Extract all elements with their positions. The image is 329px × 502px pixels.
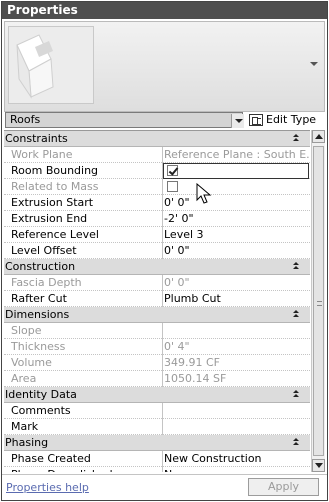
property-row: Extrusion End -2' 0" <box>4 211 310 227</box>
apply-button[interactable]: Apply <box>248 478 319 496</box>
property-row: Mark <box>4 419 310 435</box>
property-row: Level Offset 0' 0" <box>4 243 310 259</box>
property-row: Extrusion Start 0' 0" <box>4 195 310 211</box>
property-name: Area <box>11 372 37 385</box>
property-value[interactable]: 0' 0" <box>162 195 310 211</box>
property-row: Volume 349.91 CF <box>4 355 310 371</box>
property-name: Work Plane <box>11 148 73 161</box>
edit-type-label: Edit Type <box>266 113 317 126</box>
property-name: Room Bounding <box>11 164 99 177</box>
properties-palette: Properties Roofs Edit Type Constraints Wo… <box>1 1 328 501</box>
property-row: Fascia Depth 0' 0" <box>4 275 310 291</box>
property-row: Rafter Cut Plumb Cut <box>4 291 310 307</box>
group-label: Dimensions <box>5 308 70 321</box>
property-name: Thickness <box>11 340 66 353</box>
group-header[interactable]: Phasing <box>4 435 310 451</box>
property-value[interactable]: Level 3 <box>162 227 310 243</box>
properties-grid: Constraints Work Plane Reference Plane : S… <box>4 130 310 472</box>
property-value[interactable] <box>162 403 310 419</box>
scroll-up-icon[interactable] <box>312 130 325 143</box>
type-selector-dropdown[interactable]: Roofs <box>5 112 244 128</box>
collapse-group-icon[interactable] <box>292 310 300 320</box>
property-checkbox <box>167 181 178 192</box>
palette-title: Properties <box>2 2 327 19</box>
property-value: Reference Plane : South E... <box>162 147 310 163</box>
properties-help-link[interactable]: Properties help <box>6 481 89 494</box>
active-cell-editor[interactable] <box>163 163 309 179</box>
group-label: Construction <box>5 260 76 273</box>
property-value: 349.91 CF <box>162 355 310 371</box>
property-checkbox-cell <box>162 179 310 195</box>
group-label: Identity Data <box>5 388 77 401</box>
property-name: Phase Created <box>11 452 91 465</box>
property-name: Comments <box>11 404 71 417</box>
property-name: Extrusion End <box>11 212 88 225</box>
property-value[interactable]: New Construction <box>162 451 310 467</box>
collapse-group-icon[interactable] <box>292 438 300 448</box>
property-name: Fascia Depth <box>11 276 82 289</box>
property-value <box>162 323 310 339</box>
chevron-down-icon[interactable] <box>231 114 244 128</box>
collapse-group-icon[interactable] <box>292 390 300 400</box>
property-name: Phase Demolished <box>11 467 113 472</box>
property-name: Volume <box>11 356 52 369</box>
preview-dropdown-icon[interactable] <box>310 62 318 66</box>
type-selector-row: Roofs Edit Type <box>4 112 325 129</box>
edit-type-button[interactable]: Edit Type <box>249 112 316 128</box>
property-row: Thickness 0' 4" <box>4 339 310 355</box>
collapse-group-icon[interactable] <box>292 134 300 144</box>
group-label: Phasing <box>5 436 49 449</box>
type-preview[interactable] <box>4 21 325 112</box>
collapse-group-icon[interactable] <box>292 262 300 272</box>
property-value: 1050.14 SF <box>162 371 310 387</box>
property-row: Related to Mass <box>4 179 310 195</box>
property-row: Area 1050.14 SF <box>4 371 310 387</box>
property-value[interactable]: None <box>162 467 310 472</box>
property-value[interactable]: -2' 0" <box>162 211 310 227</box>
property-name: Rafter Cut <box>11 292 67 305</box>
group-header[interactable]: Identity Data <box>4 387 310 403</box>
property-name: Slope <box>11 324 42 337</box>
property-row: Reference Level Level 3 <box>4 227 310 243</box>
property-name: Mark <box>11 420 39 433</box>
property-row: Room Bounding <box>4 163 310 179</box>
group-label: Constraints <box>5 132 68 145</box>
property-value: 0' 0" <box>162 275 310 291</box>
room-bounding-checkbox[interactable] <box>167 165 178 176</box>
property-value[interactable] <box>162 419 310 435</box>
property-value: 0' 4" <box>162 339 310 355</box>
property-row: Phase Created New Construction <box>4 451 310 467</box>
property-value[interactable]: 0' 0" <box>162 243 310 259</box>
type-selector-value: Roofs <box>10 113 41 126</box>
properties-scrollbar[interactable] <box>311 130 325 472</box>
property-name: Extrusion Start <box>11 196 94 209</box>
roof-type-thumbnail <box>8 26 94 104</box>
property-row: Work Plane Reference Plane : South E... <box>4 147 310 163</box>
scrollbar-grip-icon <box>317 301 322 306</box>
group-header[interactable]: Constraints <box>4 131 310 147</box>
property-name: Related to Mass <box>11 180 99 193</box>
scrollbar-thumb[interactable] <box>313 146 324 456</box>
scroll-down-icon[interactable] <box>312 459 325 472</box>
property-name: Level Offset <box>11 244 77 257</box>
edit-type-icon <box>249 114 263 126</box>
group-header[interactable]: Dimensions <box>4 307 310 323</box>
mouse-pointer-icon <box>196 183 212 204</box>
group-header[interactable]: Construction <box>4 259 310 275</box>
palette-footer: Properties help Apply <box>2 474 327 500</box>
property-row: Comments <box>4 403 310 419</box>
property-value[interactable]: Plumb Cut <box>162 291 310 307</box>
property-name: Reference Level <box>11 228 99 241</box>
property-row: Phase Demolished None <box>4 467 310 472</box>
property-row: Slope <box>4 323 310 339</box>
